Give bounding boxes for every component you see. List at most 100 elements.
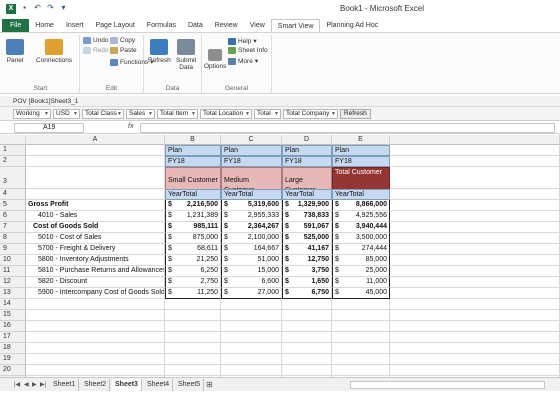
value-cell[interactable]: $2,364,267: [221, 222, 282, 233]
column-header-a[interactable]: A: [26, 135, 165, 145]
grid-cell[interactable]: [390, 365, 560, 376]
panel-button[interactable]: Panel: [6, 39, 24, 64]
row-label-cell[interactable]: 4010 - Sales: [26, 211, 165, 222]
row-label-cell[interactable]: Cost of Goods Sold: [26, 222, 165, 233]
row-header-5[interactable]: 5: [0, 200, 26, 211]
grid-cell[interactable]: [332, 343, 390, 354]
grid-cell[interactable]: [221, 365, 282, 376]
value-cell[interactable]: $1,231,389: [165, 211, 221, 222]
tab-file[interactable]: File: [2, 19, 30, 32]
row-header-7[interactable]: 7: [0, 222, 26, 233]
row-label-cell[interactable]: 5800 - Inventory Adjustments: [26, 255, 165, 266]
grid-cell[interactable]: [332, 354, 390, 365]
grid-cell[interactable]: [26, 354, 165, 365]
value-cell[interactable]: $12,750: [282, 255, 332, 266]
grid-cell[interactable]: [26, 365, 165, 376]
value-cell[interactable]: $27,000: [221, 288, 282, 299]
grid-cell[interactable]: [282, 365, 332, 376]
grid-cell[interactable]: [390, 332, 560, 343]
row-header-1[interactable]: 1: [0, 145, 26, 156]
value-cell[interactable]: $3,750: [282, 266, 332, 277]
grid-cell[interactable]: [332, 321, 390, 332]
header-scenario-cell[interactable]: Plan: [165, 145, 221, 156]
value-cell[interactable]: $164,667: [221, 244, 282, 255]
grid-cell[interactable]: [332, 365, 390, 376]
grid-cell[interactable]: [390, 354, 560, 365]
insert-sheet-icon[interactable]: ⊞: [206, 380, 213, 389]
header-scenario-cell[interactable]: Plan: [221, 145, 282, 156]
value-cell[interactable]: $2,100,000: [221, 233, 282, 244]
grid-cell[interactable]: [390, 244, 560, 255]
grid-cell[interactable]: [282, 321, 332, 332]
row-header-6[interactable]: 6: [0, 211, 26, 222]
grid-cell[interactable]: [390, 299, 560, 310]
tab-home[interactable]: Home: [29, 19, 60, 32]
header-year-cell[interactable]: FY18: [282, 156, 332, 167]
row-header-20[interactable]: 20: [0, 365, 26, 376]
grid-cell[interactable]: [221, 310, 282, 321]
grid-cell[interactable]: [390, 343, 560, 354]
grid-cell[interactable]: [165, 332, 221, 343]
grid-cell[interactable]: [26, 332, 165, 343]
row-label-cell[interactable]: Gross Profit: [26, 200, 165, 211]
sheet-tab-sheet4[interactable]: Sheet4: [144, 379, 174, 391]
customize-qat-icon[interactable]: ▾: [59, 3, 68, 13]
value-cell[interactable]: $274,444: [332, 244, 390, 255]
name-box[interactable]: A19: [14, 123, 84, 133]
tab-page-layout[interactable]: Page Layout: [89, 19, 140, 32]
header-period-cell[interactable]: YearTotal: [282, 189, 332, 200]
save-icon[interactable]: ▪: [20, 3, 29, 13]
row-label-cell[interactable]: 5010 - Cost of Sales: [26, 233, 165, 244]
value-cell[interactable]: $6,250: [165, 266, 221, 277]
grid-cell[interactable]: [390, 277, 560, 288]
value-cell[interactable]: $2,955,333: [221, 211, 282, 222]
value-cell[interactable]: $3,940,444: [332, 222, 390, 233]
grid-cell[interactable]: [221, 332, 282, 343]
grid-cell[interactable]: [390, 200, 560, 211]
value-cell[interactable]: $5,319,600: [221, 200, 282, 211]
value-cell[interactable]: $51,000: [221, 255, 282, 266]
grid-cell[interactable]: [26, 156, 165, 167]
grid-cell[interactable]: [332, 332, 390, 343]
grid-cell[interactable]: [165, 354, 221, 365]
grid-cell[interactable]: [26, 167, 165, 189]
row-label-cell[interactable]: 5900 - Intercompany Cost of Goods Sold: [26, 288, 165, 299]
grid-cell[interactable]: [26, 343, 165, 354]
row-label-cell[interactable]: 5700 - Freight & Delivery: [26, 244, 165, 255]
grid-cell[interactable]: [282, 354, 332, 365]
grid-cell[interactable]: [282, 332, 332, 343]
row-header-4[interactable]: 4: [0, 189, 26, 200]
value-cell[interactable]: $3,500,000: [332, 233, 390, 244]
value-cell[interactable]: $525,000: [282, 233, 332, 244]
sheet-info-button[interactable]: Sheet Info: [228, 47, 268, 54]
options-button[interactable]: Options: [204, 49, 226, 70]
grid-cell[interactable]: [221, 321, 282, 332]
tab-review[interactable]: Review: [209, 19, 244, 32]
grid-cell[interactable]: [165, 343, 221, 354]
insert-function-icon[interactable]: fx: [128, 123, 133, 130]
grid-cell[interactable]: [26, 189, 165, 200]
value-cell[interactable]: $68,611: [165, 244, 221, 255]
undo-icon[interactable]: ↶: [33, 3, 42, 13]
grid-cell[interactable]: [332, 310, 390, 321]
grid-cell[interactable]: [165, 321, 221, 332]
value-cell[interactable]: $11,250: [165, 288, 221, 299]
refresh-ribbon-button[interactable]: Refresh: [148, 39, 171, 64]
grid-cell[interactable]: [165, 299, 221, 310]
submit-data-button[interactable]: Submit Data: [176, 39, 196, 71]
formula-input[interactable]: [140, 123, 555, 133]
paste-button[interactable]: Paste: [110, 47, 137, 54]
tab-formulas[interactable]: Formulas: [141, 19, 182, 32]
grid-cell[interactable]: [390, 211, 560, 222]
column-header-d[interactable]: D: [282, 135, 332, 145]
value-cell[interactable]: $875,000: [165, 233, 221, 244]
value-cell[interactable]: $25,000: [332, 266, 390, 277]
header-period-cell[interactable]: YearTotal: [221, 189, 282, 200]
value-cell[interactable]: $11,000: [332, 277, 390, 288]
row-label-cell[interactable]: 5820 - Discount: [26, 277, 165, 288]
grid-cell[interactable]: [390, 288, 560, 299]
value-cell[interactable]: $738,833: [282, 211, 332, 222]
value-cell[interactable]: $985,111: [165, 222, 221, 233]
undo-button[interactable]: Undo: [83, 37, 109, 44]
row-header-17[interactable]: 17: [0, 332, 26, 343]
